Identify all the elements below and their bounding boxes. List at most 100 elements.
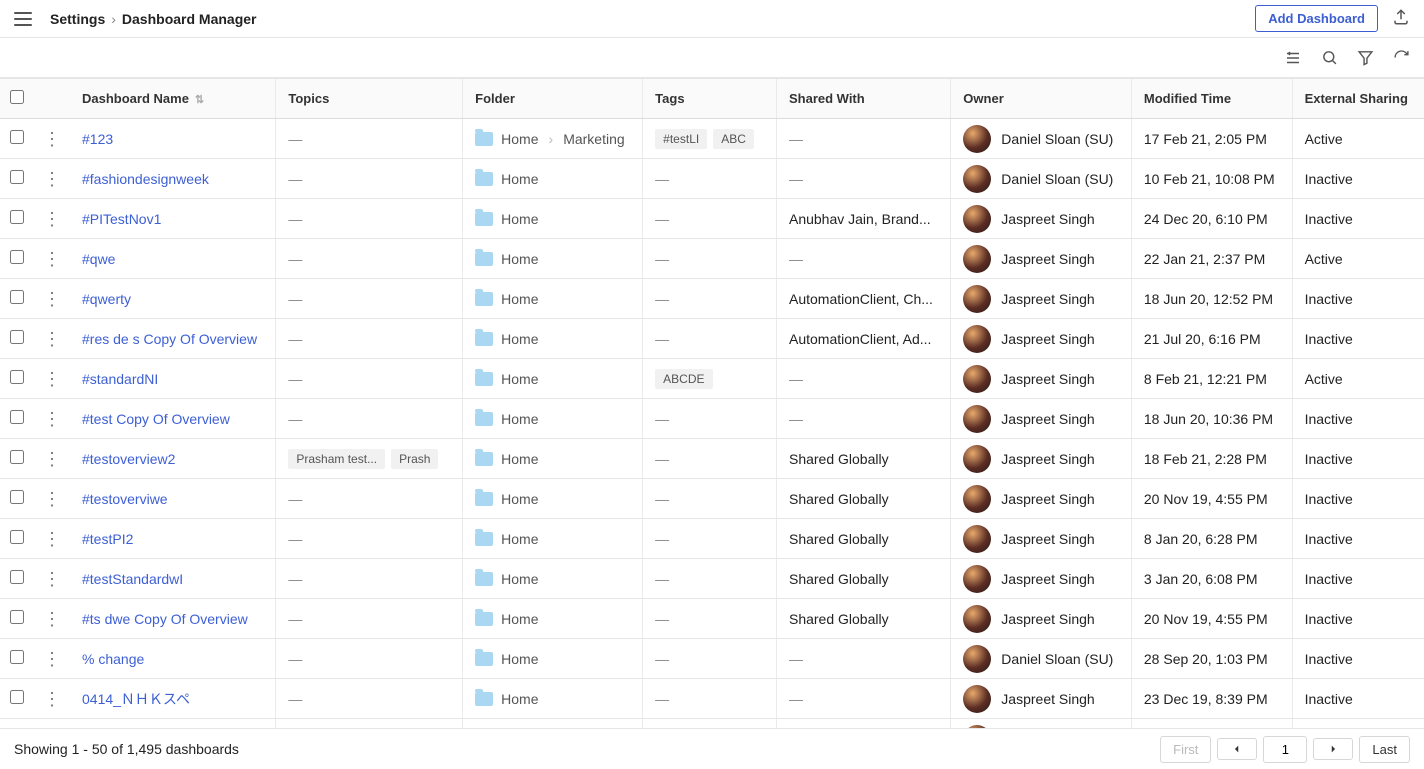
row-menu-icon[interactable]: ⋮ [43,489,61,509]
first-page-button[interactable]: First [1160,736,1211,763]
row-menu-icon[interactable]: ⋮ [43,689,61,709]
empty-dash: — [288,651,302,667]
row-menu-icon[interactable]: ⋮ [43,289,61,309]
external-sharing-status: Inactive [1305,571,1353,587]
row-menu-icon[interactable]: ⋮ [43,369,61,389]
avatar [963,165,991,193]
col-folder[interactable]: Folder [463,79,643,119]
dashboard-link[interactable]: #qwe [82,251,115,267]
row-menu-icon[interactable]: ⋮ [43,569,61,589]
dashboard-link[interactable]: #testStandardwI [82,571,183,587]
row-menu-icon[interactable]: ⋮ [43,209,61,229]
row-checkbox[interactable] [10,650,24,664]
modified-time: 18 Jun 20, 12:52 PM [1144,291,1273,307]
folder-path[interactable]: Home [475,331,630,347]
next-page-button[interactable] [1313,738,1353,760]
export-icon[interactable] [1392,8,1410,29]
toolbar [0,38,1424,78]
row-checkbox[interactable] [10,330,24,344]
dashboard-link[interactable]: #ts dwe Copy Of Overview [82,611,248,627]
refresh-icon[interactable] [1392,49,1410,67]
dashboard-link[interactable]: 0414_ＮＨＫスペ [82,691,190,707]
filter-icon[interactable] [1356,49,1374,67]
menu-icon[interactable] [14,12,32,26]
modified-time: 23 Dec 19, 8:39 PM [1144,691,1268,707]
shared-with: AutomationClient, Ch... [789,291,933,307]
dashboard-link[interactable]: #testoverview2 [82,451,175,467]
breadcrumb-root[interactable]: Settings [50,11,105,27]
folder-path[interactable]: Home [475,491,630,507]
owner-name: Jaspreet Singh [1001,571,1094,587]
row-menu-icon[interactable]: ⋮ [43,449,61,469]
row-checkbox[interactable] [10,210,24,224]
folder-path[interactable]: Home›Marketing [475,131,630,147]
row-checkbox[interactable] [10,130,24,144]
col-topics[interactable]: Topics [276,79,463,119]
row-menu-icon[interactable]: ⋮ [43,129,61,149]
last-page-button[interactable]: Last [1359,736,1410,763]
folder-path[interactable]: Home [475,571,630,587]
dashboard-link[interactable]: #test Copy Of Overview [82,411,230,427]
row-checkbox[interactable] [10,490,24,504]
dashboard-link[interactable]: #fashiondesignweek [82,171,209,187]
col-modified[interactable]: Modified Time [1131,79,1292,119]
col-external[interactable]: External Sharing [1292,79,1424,119]
col-tags[interactable]: Tags [643,79,777,119]
row-menu-icon[interactable]: ⋮ [43,169,61,189]
dashboard-link[interactable]: #qwerty [82,291,131,307]
row-menu-icon[interactable]: ⋮ [43,249,61,269]
col-name[interactable]: Dashboard Name⇅ [70,79,276,119]
adjust-columns-icon[interactable] [1284,49,1302,67]
folder-path[interactable]: Home [475,251,630,267]
folder-path[interactable]: Home [475,651,630,667]
dashboard-link[interactable]: #standardNI [82,371,158,387]
select-all-checkbox[interactable] [10,90,24,104]
folder-path[interactable]: Home [475,211,630,227]
folder-path[interactable]: Home [475,171,630,187]
row-checkbox[interactable] [10,290,24,304]
row-checkbox[interactable] [10,170,24,184]
row-checkbox[interactable] [10,250,24,264]
row-checkbox[interactable] [10,690,24,704]
dashboard-link[interactable]: #testoverviwe [82,491,168,507]
col-shared[interactable]: Shared With [776,79,950,119]
folder-icon [475,132,493,146]
row-checkbox[interactable] [10,370,24,384]
modified-time: 3 Jan 20, 6:08 PM [1144,571,1258,587]
dashboard-link[interactable]: #PITestNov1 [82,211,161,227]
empty-dash: — [288,531,302,547]
row-checkbox[interactable] [10,450,24,464]
row-checkbox[interactable] [10,410,24,424]
row-menu-icon[interactable]: ⋮ [43,529,61,549]
folder-segment: Home [501,371,538,387]
folder-path[interactable]: Home [475,611,630,627]
shared-with: — [789,371,803,387]
table-scroll[interactable]: Dashboard Name⇅ Topics Folder Tags Share… [0,78,1424,729]
row-menu-icon[interactable]: ⋮ [43,649,61,669]
folder-path[interactable]: Home [475,531,630,547]
row-menu-icon[interactable]: ⋮ [43,329,61,349]
col-owner[interactable]: Owner [951,79,1132,119]
row-checkbox[interactable] [10,530,24,544]
folder-path[interactable]: Home [475,451,630,467]
row-checkbox[interactable] [10,570,24,584]
row-menu-icon[interactable]: ⋮ [43,609,61,629]
folder-segment: Home [501,291,538,307]
table-row: ⋮#123—Home›Marketing#testLIABC—Daniel Sl… [0,119,1424,159]
folder-path[interactable]: Home [475,691,630,707]
dashboard-link[interactable]: #123 [82,131,113,147]
dashboard-link[interactable]: #testPI2 [82,531,133,547]
empty-dash: — [655,491,669,507]
row-checkbox[interactable] [10,610,24,624]
search-icon[interactable] [1320,49,1338,67]
prev-page-button[interactable] [1217,738,1257,760]
row-menu-icon[interactable]: ⋮ [43,409,61,429]
folder-path[interactable]: Home [475,291,630,307]
folder-path[interactable]: Home [475,411,630,427]
page-input[interactable] [1263,736,1307,763]
add-dashboard-button[interactable]: Add Dashboard [1255,5,1378,32]
empty-dash: — [655,691,669,707]
folder-path[interactable]: Home [475,371,630,387]
dashboard-link[interactable]: #res de s Copy Of Overview [82,331,257,347]
dashboard-link[interactable]: % change [82,651,144,667]
